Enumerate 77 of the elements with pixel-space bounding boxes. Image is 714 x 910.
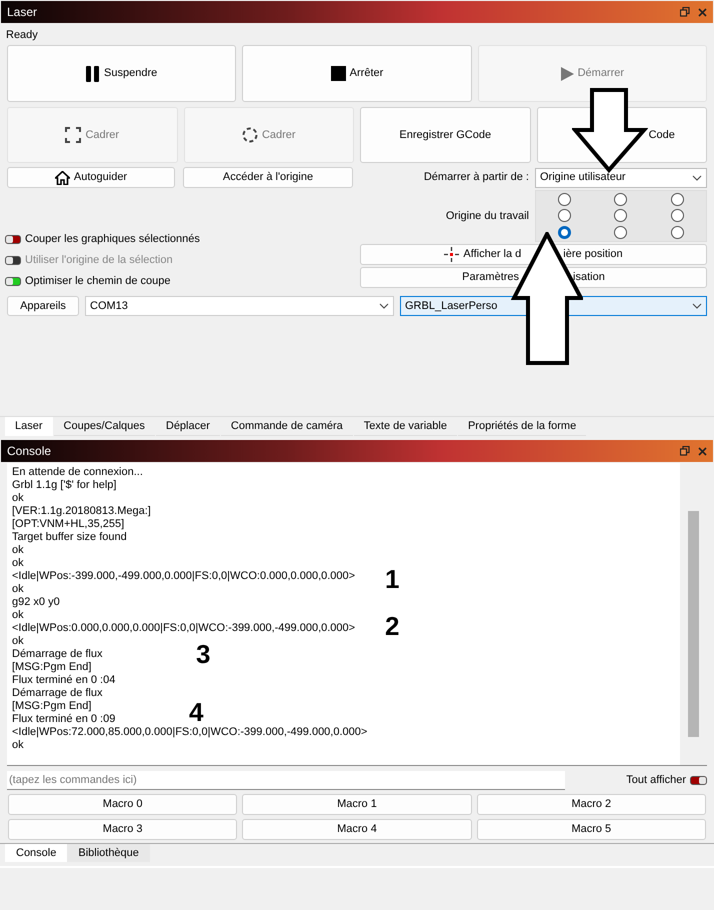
toggle-switch[interactable] <box>5 277 21 286</box>
tab[interactable]: Laser <box>5 417 53 436</box>
toggle-switch[interactable] <box>5 235 21 244</box>
console-line: <Idle|WPos:0.000,0.000,0.000|FS:0,0|WCO:-399.000,-499.000,0.000> <box>12 622 356 635</box>
tab[interactable]: Console <box>5 844 68 862</box>
pause-icon <box>86 66 100 82</box>
panel-title: Laser <box>7 4 38 21</box>
radio-button[interactable] <box>614 209 628 222</box>
show-position-button[interactable]: Afficher la d ière position <box>360 244 707 265</box>
float-icon[interactable] <box>680 446 690 456</box>
toggle-label: Utiliser l'origine de la sélection <box>25 253 173 268</box>
macro-button[interactable]: Macro 1 <box>242 794 472 815</box>
stop-button[interactable]: Arrêter <box>242 45 472 102</box>
stop-icon <box>330 66 346 81</box>
console-line: ok <box>12 609 24 622</box>
console-line: [MSG:Pgm End] <box>12 700 92 713</box>
radio-button[interactable] <box>671 209 684 222</box>
radio-button[interactable] <box>614 226 628 240</box>
dashed-circle-icon <box>242 127 258 143</box>
annotation-number: 4 <box>189 699 204 725</box>
console-line: <Idle|WPos:-399.000,-499.000,0.000|FS:0,0|WCO:0.000,0.000,0.000> <box>12 570 356 583</box>
console-line: [OPT:VNM+HL,35,255] <box>12 518 124 531</box>
start-from-dropdown[interactable]: Origine utilisateur <box>535 168 707 188</box>
float-icon[interactable] <box>680 7 690 17</box>
radio-button[interactable] <box>671 192 684 206</box>
radio-button[interactable] <box>614 192 628 206</box>
radio-button[interactable] <box>558 226 571 240</box>
close-icon[interactable] <box>698 8 707 16</box>
toggle-label: Tout afficher <box>626 772 686 788</box>
panel-title: Console <box>7 443 52 460</box>
gcode-button[interactable]: Enregistrer GCode <box>360 107 530 163</box>
console-line: ok <box>12 544 24 557</box>
radio-button[interactable] <box>558 192 571 206</box>
macro-button[interactable]: Macro 2 <box>476 794 706 815</box>
console-line: ok <box>12 583 24 596</box>
devices-button[interactable]: Appareils <box>7 296 79 316</box>
annotation-number: 2 <box>385 613 400 639</box>
status-text: Ready <box>6 28 39 43</box>
toggle-switch[interactable] <box>690 776 707 784</box>
field-label: Origine du travail <box>446 208 529 224</box>
annotation-number: 1 <box>385 566 400 592</box>
console-line: Démarrage de flux <box>12 687 102 700</box>
console-line: ok <box>12 635 24 648</box>
radio-button[interactable] <box>671 226 684 240</box>
console-line: Flux terminé en 0 :09 <box>12 713 116 726</box>
field-label: Démarrer à partir de : <box>424 170 529 186</box>
console-line: [MSG:Pgm End] <box>12 661 92 674</box>
command-input[interactable]: (tapez les commandes ici) <box>7 770 565 790</box>
crosshair-icon <box>444 247 460 262</box>
toggle-label: Couper les graphiques sélectionnés <box>25 232 200 248</box>
console-line: ok <box>12 492 24 505</box>
pause-button[interactable]: Suspendre <box>7 45 236 102</box>
toggle-label: Optimiser le chemin de coupe <box>25 274 171 290</box>
tab[interactable]: Bibliothèque <box>67 844 150 862</box>
console-line: Démarrage de flux <box>12 648 102 661</box>
home-icon <box>54 170 70 184</box>
play-icon <box>560 66 574 80</box>
close-icon[interactable] <box>698 446 707 456</box>
console-line: ok <box>12 557 24 570</box>
frame-icon <box>65 127 82 143</box>
console-line: ok <box>12 739 24 752</box>
console-line: g92 x0 y0 <box>12 596 60 609</box>
macro-button[interactable]: Macro 0 <box>8 794 238 815</box>
port-dropdown[interactable]: COM13 <box>85 296 394 316</box>
console-line: [VER:1.1g.20180813.Mega:] <box>12 505 151 518</box>
macro-button[interactable]: Macro 4 <box>242 819 472 840</box>
console-line: Grbl 1.1g ['$' for help] <box>12 479 116 492</box>
macro-button[interactable]: Macro 3 <box>8 819 238 840</box>
console-line: En attende de connexion... <box>12 466 143 479</box>
macro-button[interactable]: Macro 5 <box>476 819 706 840</box>
console-line: <Idle|WPos:72.000,85.000,0.000|FS:0,0|WCO:-399.000,-499.000,0.000> <box>12 726 368 739</box>
go-to-origin-button[interactable]: Accéder à l'origine <box>183 167 353 188</box>
annotation-number: 3 <box>196 641 210 667</box>
radio-button[interactable] <box>558 209 571 222</box>
console-line: Target buffer size found <box>12 531 127 544</box>
home-button[interactable]: Autoguider <box>7 167 175 188</box>
console-line: Flux terminé en 0 :04 <box>12 674 116 687</box>
